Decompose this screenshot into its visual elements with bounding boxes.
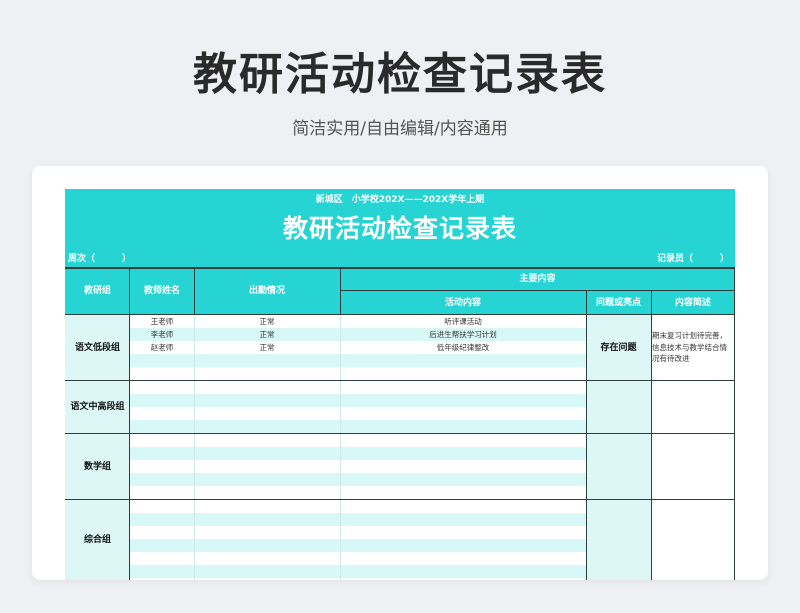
grid-line	[340, 268, 341, 315]
grid-line	[65, 499, 735, 500]
grid-line	[65, 433, 735, 434]
group-label-comprehensive: 综合组	[83, 534, 111, 545]
table-row-teacher[interactable]: 王老师	[130, 315, 194, 328]
grid-line	[586, 291, 587, 580]
record-sheet: 新城区 小学校202X——202X学年上期 教研活动检查记录表 周次（ ） 记录…	[65, 189, 735, 580]
stripe-row	[130, 420, 586, 433]
header-group: 教研组	[65, 268, 130, 315]
table-row-attendance[interactable]: 正常	[194, 328, 340, 341]
header-attendance: 出勤情况	[194, 268, 340, 315]
header-teacher-label: 教师姓名	[143, 286, 180, 297]
stripe-row	[130, 539, 586, 552]
header-summary: 内容简述	[651, 291, 735, 315]
header-attendance-label: 出勤情况	[248, 286, 285, 297]
header-group-label: 教研组	[83, 286, 111, 297]
group-label-math: 数学组	[83, 461, 111, 472]
header-summary-label: 内容简述	[674, 297, 711, 308]
group-label-chinese-low: 语文低段组	[74, 342, 120, 353]
grid-line	[340, 290, 735, 291]
table-row-activity[interactable]: 后进生帮扶学习计划	[340, 328, 586, 341]
stripe-row	[130, 394, 586, 407]
grid-line	[65, 314, 735, 315]
stripe-row	[130, 447, 586, 460]
grid-line	[194, 268, 195, 315]
table-row-attendance[interactable]: 正常	[194, 315, 340, 328]
table-row-attendance[interactable]: 正常	[194, 341, 340, 354]
problem-cell[interactable]: 存在问题	[586, 315, 651, 381]
grid-line	[129, 268, 130, 580]
header-main-content-label: 主要内容	[519, 274, 556, 285]
table-row-activity[interactable]: 低年级纪律整改	[340, 341, 586, 354]
header-teacher: 教师姓名	[130, 268, 194, 315]
grid-line	[651, 291, 652, 580]
stripe-row	[130, 473, 586, 486]
org-line: 新城区 小学校202X——202X学年上期	[315, 195, 485, 205]
sheet-card: 新城区 小学校202X——202X学年上期 教研活动检查记录表 周次（ ） 记录…	[32, 166, 768, 580]
table-row-teacher[interactable]: 李老师	[130, 328, 194, 341]
stripe-row	[130, 513, 586, 526]
stripe-row	[130, 354, 586, 367]
table-row-activity[interactable]: 听评课活动	[340, 315, 586, 328]
grid-line	[65, 380, 735, 381]
recorder-field[interactable]: 记录员（ ）	[657, 251, 729, 264]
sheet-title: 教研活动检查记录表	[282, 214, 517, 243]
group-label-chinese-high: 语文中高段组	[70, 402, 125, 413]
header-activity: 活动内容	[340, 291, 586, 315]
header-activity-label: 活动内容	[444, 297, 481, 308]
header-problem-label: 问题或亮点	[595, 297, 641, 308]
grid-line	[65, 267, 735, 269]
summary-cell[interactable]: 期末复习计划待完善，信息技术与教学结合情况有待改进	[652, 330, 732, 365]
inner-column-line	[194, 315, 195, 580]
stripe-row	[130, 565, 586, 578]
main-title: 教研活动检查记录表	[193, 49, 607, 100]
header-main-content: 主要内容	[340, 268, 735, 291]
inner-column-line	[340, 315, 341, 580]
subtitle: 简洁实用/自由编辑/内容通用	[292, 119, 508, 139]
week-field[interactable]: 周次（ ）	[68, 251, 131, 264]
grid-line	[734, 268, 735, 580]
table-row-teacher[interactable]: 赵老师	[130, 341, 194, 354]
header-problem: 问题或亮点	[586, 291, 651, 315]
